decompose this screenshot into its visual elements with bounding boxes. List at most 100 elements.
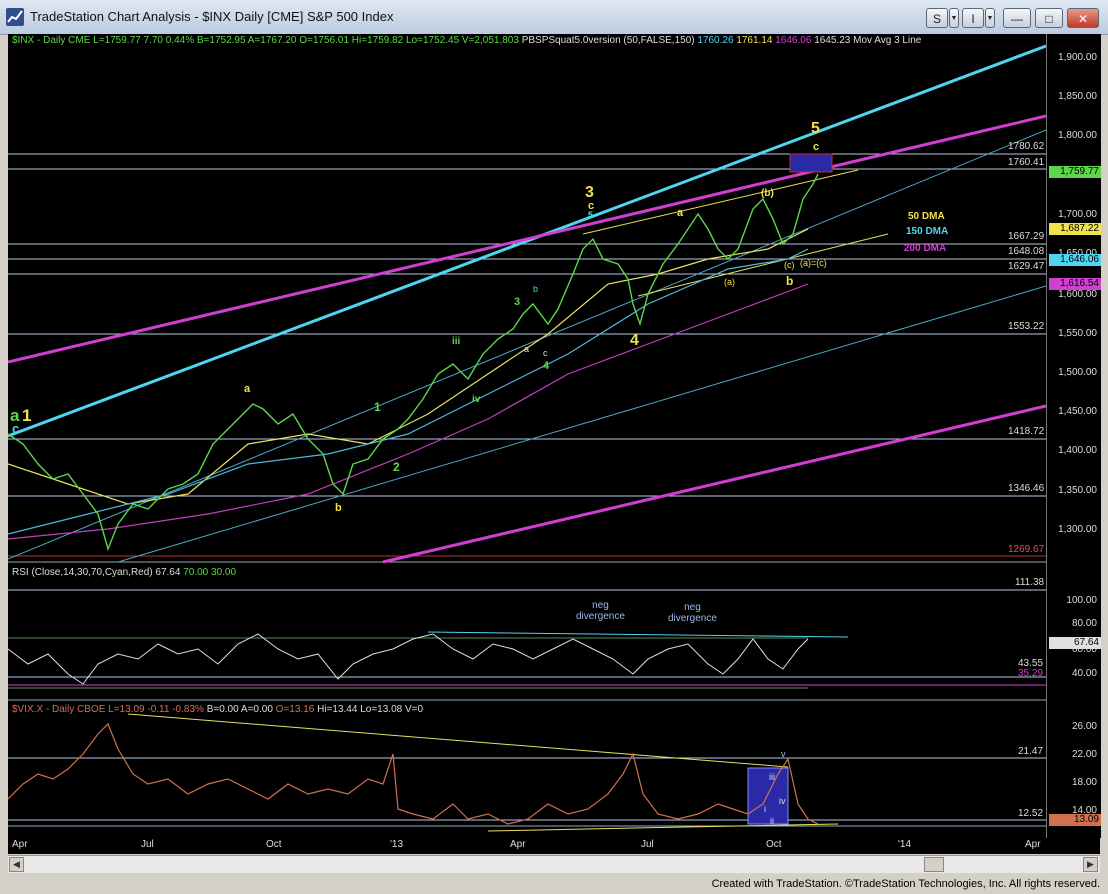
vix-high: Hi=13.44	[317, 704, 358, 715]
price-tick: 1,900.00	[1058, 52, 1097, 63]
s-dropdown-icon[interactable]: ▼	[949, 8, 959, 28]
rsi-legend: RSI (Close,14,30,70,Cyan,Red) 67.64 70.0…	[12, 567, 236, 578]
price-tick: 1,600.00	[1058, 289, 1097, 300]
vix-wave-iv: iv	[779, 796, 786, 806]
dma200-label: 200 DMA	[904, 243, 947, 254]
vix-volume: V=0	[404, 704, 424, 715]
legend-ind-v4: 1645.23	[814, 35, 851, 46]
rsi-name: RSI (Close,14,30,70,Cyan,Red)	[12, 567, 153, 578]
wave-label-g4: 4	[543, 360, 550, 372]
vix-exchange: CBOE	[77, 704, 106, 715]
legend-ind-v2: 1761.14	[736, 35, 773, 46]
ma150-price-box: 1,646.06	[1049, 254, 1101, 266]
rsi-hline-label: 111.38	[1015, 577, 1045, 588]
title-bar: TradeStation Chart Analysis - $INX Daily…	[0, 0, 1108, 35]
window-title: TradeStation Chart Analysis - $INX Daily…	[30, 9, 394, 24]
hline-label: 1418.72	[1008, 426, 1045, 437]
x-tick: Oct	[766, 839, 782, 850]
neg-divergence-note-2: neg divergence	[668, 602, 717, 624]
price-tick: 1,500.00	[1058, 367, 1097, 378]
vix-wave-v: v	[781, 749, 786, 759]
dma50-label: 50 DMA	[908, 211, 945, 222]
vix-ask: A=0.00	[240, 704, 273, 715]
vix-low: Lo=13.08	[360, 704, 403, 715]
horizontal-scrollbar[interactable]: ◀ ▶	[8, 855, 1100, 873]
chart-plot[interactable]	[8, 34, 1046, 838]
rsi-v1: 67.64	[155, 567, 181, 578]
rsi-hline-label: 35.29	[1018, 668, 1044, 679]
legend-low: Lo=1752.45	[406, 35, 460, 46]
vix-value-box: 13.09	[1049, 814, 1101, 826]
i-menu-button[interactable]: I	[962, 8, 984, 28]
wave-label-mini-c: c	[543, 348, 548, 358]
wave-label-g3: 3	[514, 296, 521, 308]
wave-label-sub-b: b	[335, 502, 342, 514]
legend-bid: B=1752.95	[196, 35, 246, 46]
s-menu-button[interactable]: S	[926, 8, 948, 28]
vix-wave-i: i	[764, 804, 766, 814]
scroll-right-icon[interactable]: ▶	[1083, 857, 1098, 872]
hline-label: 1780.62	[1008, 141, 1045, 152]
legend-indicator: PBSPSquat5.0version (50,FALSE,150)	[521, 35, 695, 46]
wave-label-iii: iii	[452, 336, 461, 347]
rsi-value-box: 67.64	[1049, 637, 1101, 649]
legend-ind-v1: 1760.26	[697, 35, 734, 46]
vix-hline-label: 12.52	[1018, 808, 1044, 819]
vix-tick: 22.00	[1071, 749, 1097, 760]
wave-label-4: 4	[630, 332, 639, 349]
wave-label-1: 1	[22, 406, 32, 425]
x-tick: Apr	[510, 839, 526, 850]
hline-label: 1629.47	[1008, 261, 1045, 272]
x-tick: Jul	[641, 839, 654, 850]
price-tick: 1,450.00	[1058, 406, 1097, 417]
tradestation-app-icon	[6, 8, 24, 26]
price-legend: $INX - Daily CME L=1759.77 7.70 0.44% B=…	[12, 35, 921, 46]
legend-symbol: $INX - Daily	[12, 35, 66, 46]
rsi-tick: 100.00	[1066, 595, 1097, 606]
hline-label: 1667.29	[1008, 231, 1045, 242]
hline-label: 1269.67	[1008, 544, 1045, 555]
note-neg: neg	[592, 600, 609, 611]
price-tick: 1,400.00	[1058, 445, 1097, 456]
wave-label-paren-c: (c)	[784, 260, 795, 270]
vix-legend: $VIX.X - Daily CBOE L=13.09 -0.11 -0.83%…	[12, 704, 423, 715]
wave-label-mini-a: a	[524, 344, 530, 354]
wave-label-5c: c	[813, 141, 820, 153]
note-divergence: divergence	[668, 613, 717, 624]
rsi-v2: 70.00	[183, 567, 209, 578]
legend-ask: A=1767.20	[247, 35, 297, 46]
vix-bid: B=0.00	[206, 704, 239, 715]
wave-label-g1: 1	[374, 400, 381, 414]
legend-last: L=1759.77	[93, 35, 141, 46]
wave-label-c: c	[12, 421, 20, 436]
wave-label-mini-b: b	[533, 284, 539, 294]
hline-label: 1346.46	[1008, 483, 1045, 494]
wave-label-g2: 2	[393, 460, 400, 474]
vix-last: L=13.09	[108, 704, 145, 715]
wave-label-3-5: 5	[588, 210, 594, 220]
price-axis[interactable]: 1,900.00 1,850.00 1,800.00 1,750.00 1,70…	[1046, 34, 1101, 838]
price-tick: 1,700.00	[1058, 209, 1097, 220]
maximize-button[interactable]: □	[1035, 8, 1063, 28]
i-dropdown-icon[interactable]: ▼	[985, 8, 995, 28]
vix-wave-ii: ii	[770, 816, 774, 826]
hline-label: 1760.41	[1008, 157, 1045, 168]
scroll-thumb[interactable]	[924, 857, 944, 872]
vix-open: O=13.16	[275, 704, 315, 715]
scroll-left-icon[interactable]: ◀	[9, 857, 24, 872]
vix-wave-iii: iii	[769, 772, 775, 782]
hline-label: 1553.22	[1008, 321, 1045, 332]
legend-pct: 0.44%	[165, 35, 195, 46]
note-divergence: divergence	[576, 611, 625, 622]
wave-label-paren-b: (b)	[761, 188, 774, 199]
legend-exchange: CME	[68, 35, 91, 46]
rsi-v3: 30.00	[211, 567, 237, 578]
last-price-box: 1,759.77	[1049, 166, 1101, 178]
price-tick: 1,800.00	[1058, 130, 1097, 141]
ma200-price-box: 1,616.54	[1049, 278, 1101, 290]
legend-volume: V=2,051,803	[461, 35, 519, 46]
vix-tick: 26.00	[1071, 721, 1097, 732]
minimize-button[interactable]: —	[1003, 8, 1031, 28]
close-button[interactable]: ✕	[1067, 8, 1099, 28]
hline-label: 1648.08	[1008, 246, 1045, 257]
